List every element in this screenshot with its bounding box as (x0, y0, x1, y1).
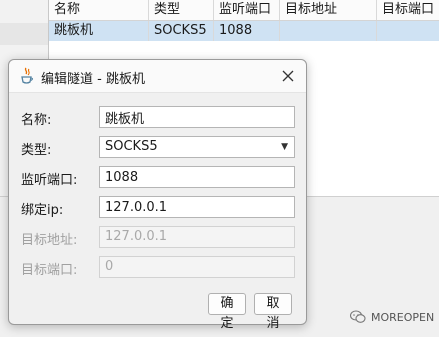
target-address-row: 目标地址: 127.0.0.1 (9, 226, 306, 248)
column-header-type[interactable]: 类型 (149, 0, 214, 20)
target-port-row: 目标端口: 0 (9, 256, 306, 278)
table-cell: 跳板机 (49, 21, 149, 41)
watermark-text: MOREOPEN (371, 310, 435, 324)
target-address-label: 目标地址: (21, 233, 78, 248)
table-cell: 1088 (214, 21, 280, 41)
java-cup-icon (21, 67, 34, 84)
listen-port-row: 监听端口: (9, 166, 306, 188)
watermark: MOREOPEN (350, 310, 434, 324)
name-label: 名称: (21, 113, 52, 128)
dialog-titlebar[interactable]: 编辑隧道 - 跳板机 (9, 60, 306, 93)
column-header-target-port[interactable]: 目标端口 (377, 0, 439, 20)
chevron-down-icon: ▼ (281, 142, 288, 152)
table-cell (377, 21, 439, 41)
edit-tunnel-dialog: 编辑隧道 - 跳板机 名称: 类型: SOCKS5 ▼ 监听端口: 绑定ip: … (8, 59, 307, 331)
target-port-field: 0 (99, 256, 295, 278)
target-address-field: 127.0.0.1 (99, 226, 295, 248)
type-row: 类型: SOCKS5 ▼ (9, 136, 306, 158)
left-panel-selected-strip (0, 23, 48, 45)
close-button[interactable] (276, 64, 300, 88)
wechat-icon (350, 310, 366, 323)
target-port-label: 目标端口: (21, 263, 78, 278)
ok-button[interactable]: 确定 (208, 293, 246, 331)
listen-port-label: 监听端口: (21, 173, 78, 188)
bind-ip-label: 绑定ip: (21, 203, 64, 218)
cancel-button[interactable]: 取消 (254, 293, 292, 331)
listen-port-field[interactable] (99, 166, 295, 188)
bind-ip-row: 绑定ip: (9, 196, 306, 218)
column-header-target-address[interactable]: 目标地址 (280, 0, 377, 20)
dialog-title: 编辑隧道 - 跳板机 (41, 72, 145, 87)
bind-ip-field[interactable] (99, 196, 295, 218)
type-select[interactable]: SOCKS5 ▼ (99, 136, 295, 158)
table-header: 名称 类型 监听端口 目标地址 目标端口 (49, 0, 439, 21)
table-cell (280, 21, 377, 41)
type-label: 类型: (21, 143, 52, 158)
column-header-name[interactable]: 名称 (49, 0, 149, 20)
close-icon (282, 70, 294, 82)
type-select-value: SOCKS5 (105, 139, 158, 154)
name-field[interactable] (99, 106, 295, 128)
name-row: 名称: (9, 106, 306, 128)
column-header-listen-port[interactable]: 监听端口 (214, 0, 280, 20)
table-cell: SOCKS5 (149, 21, 214, 41)
table-row[interactable]: 跳板机 SOCKS5 1088 (49, 21, 439, 41)
